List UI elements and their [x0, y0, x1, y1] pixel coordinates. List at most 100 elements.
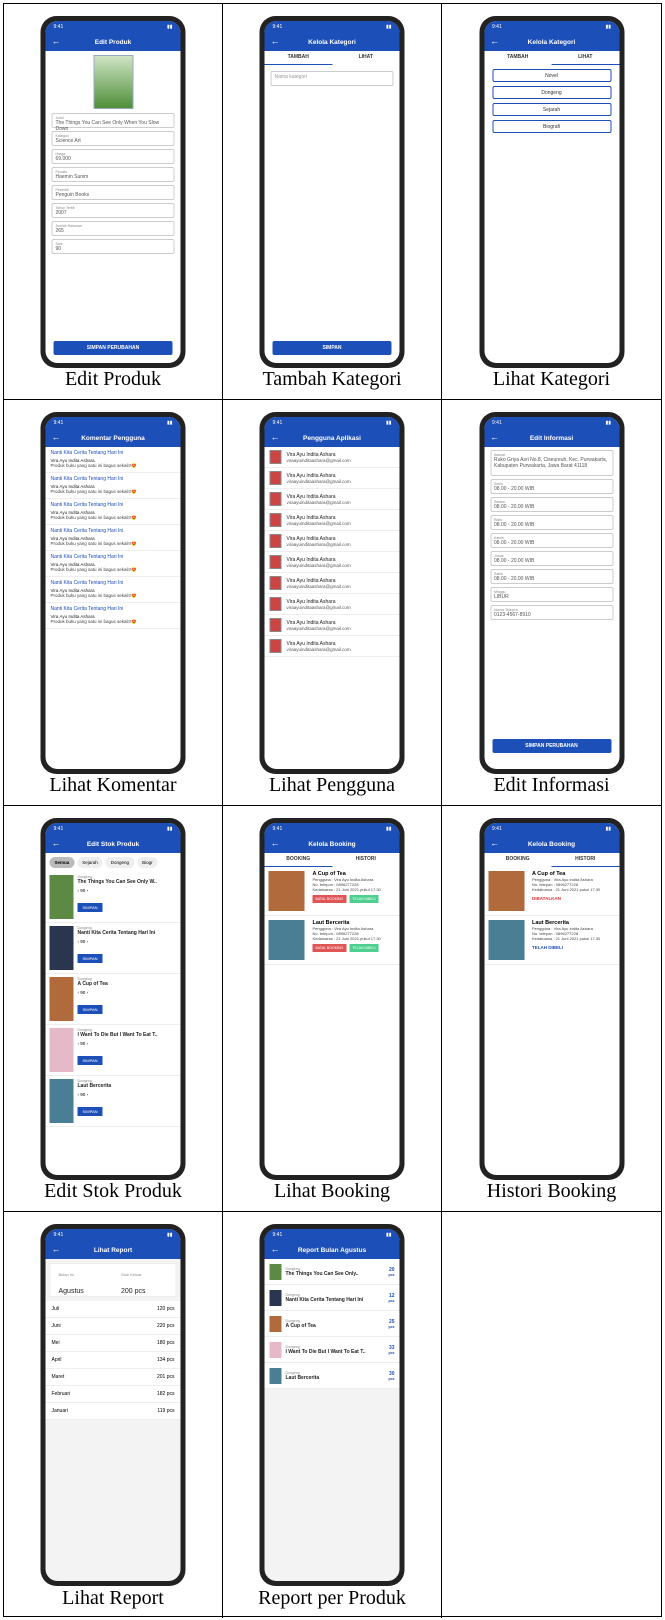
- user-row[interactable]: Vira Ayu Indita Ashara viraayuinditaashar…: [264, 573, 400, 594]
- save-stock-button[interactable]: SIMPAN: [77, 903, 103, 912]
- user-row[interactable]: Vira Ayu Indita Ashara viraayuinditaashar…: [264, 636, 400, 657]
- chip-sejarah[interactable]: Sejarah: [77, 857, 103, 868]
- form-field[interactable]: Jumlah Halaman 265: [51, 221, 175, 236]
- form-field[interactable]: Harga 69.000: [51, 149, 175, 164]
- plus-icon[interactable]: ›: [85, 888, 89, 893]
- screen-edit-stok: 9:41 ▮▮ ← Edit Stok Produk Semua Sejarah D…: [45, 823, 181, 1175]
- product-count: 25 pcs: [388, 1319, 394, 1329]
- back-arrow-icon[interactable]: ←: [271, 1244, 280, 1254]
- report-row[interactable]: Februari 182 pcs: [45, 1386, 181, 1403]
- app-bar: ← Kelola Booking: [264, 835, 400, 853]
- cancel-booking-button[interactable]: BATAL BOOKING: [312, 944, 347, 952]
- tab-tambah[interactable]: TAMBAH: [264, 51, 332, 65]
- report-row[interactable]: Mei 180 pcs: [45, 1335, 181, 1352]
- chip-semua[interactable]: Semua: [49, 857, 75, 868]
- quantity-stepper[interactable]: ‹ 90 ›: [78, 990, 108, 995]
- tab-booking[interactable]: BOOKING: [484, 853, 552, 867]
- tab-histori[interactable]: HISTORI: [551, 853, 619, 867]
- category-item[interactable]: Dongeng: [492, 86, 611, 99]
- comment-item[interactable]: Nanti Kita Cerita Tentang Hari Ini Vira A…: [45, 577, 181, 603]
- save-stock-button[interactable]: SIMPAN: [77, 1107, 103, 1116]
- form-field[interactable]: Jumat 08.00 - 20.00 WIB: [490, 551, 613, 566]
- quantity-stepper[interactable]: ‹ 90 ›: [78, 888, 157, 893]
- form-field[interactable]: Kategori Science Art: [51, 131, 175, 146]
- category-name-input[interactable]: Nama kategori: [270, 71, 394, 86]
- quantity-stepper[interactable]: ‹ 90 ›: [78, 939, 156, 944]
- save-changes-button[interactable]: SIMPAN PERUBAHAN: [492, 739, 611, 753]
- category-item[interactable]: Sejarah: [492, 103, 611, 116]
- back-arrow-icon[interactable]: ←: [52, 36, 61, 46]
- comment-item[interactable]: Nanti Kita Cerita Tentang Hari Ini Vira A…: [45, 473, 181, 499]
- form-field[interactable]: Tahun Terbit 2007: [51, 203, 175, 218]
- back-arrow-icon[interactable]: ←: [490, 838, 499, 848]
- comment-item[interactable]: Nanti Kita Cerita Tentang Hari Ini Vira A…: [45, 603, 181, 629]
- user-row[interactable]: Vira Ayu Indita Ashara viraayuinditaashar…: [264, 531, 400, 552]
- user-row[interactable]: Vira Ayu Indita Ashara viraayuinditaashar…: [264, 447, 400, 468]
- user-row[interactable]: Vira Ayu Indita Ashara viraayuinditaashar…: [264, 552, 400, 573]
- report-row[interactable]: April 134 pcs: [45, 1352, 181, 1369]
- report-row[interactable]: Juni 220 pcs: [45, 1318, 181, 1335]
- form-field[interactable]: Nomor Telepon 0123-4567-8910: [490, 605, 613, 620]
- form-field[interactable]: Judul The Things You Can See Only When Yo…: [51, 113, 175, 132]
- tab-histori[interactable]: HISTORI: [332, 853, 400, 867]
- book-cover-image[interactable]: [93, 55, 133, 109]
- plus-icon[interactable]: ›: [85, 939, 89, 944]
- report-row[interactable]: Januari 119 pcs: [45, 1403, 181, 1420]
- form-field[interactable]: Alamat Ruko Griya Asri No.8, Ciseureuh, K…: [490, 450, 613, 476]
- tab-lihat[interactable]: LIHAT: [332, 51, 400, 65]
- back-arrow-icon[interactable]: ←: [52, 1244, 61, 1254]
- cancel-booking-button[interactable]: BATAL BOOKING: [312, 895, 347, 903]
- comment-item[interactable]: Nanti Kita Cerita Tentang Hari Ini Vira A…: [45, 525, 181, 551]
- plus-icon[interactable]: ›: [85, 990, 89, 995]
- form-field[interactable]: Stok 90: [51, 239, 175, 254]
- plus-icon[interactable]: ›: [85, 1041, 89, 1046]
- form-field[interactable]: Sabtu 08.00 - 20.00 WIB: [490, 569, 613, 584]
- cell-lihat-report: 9:41 ▮▮ ← Lihat Report Bulan ini Agustus St…: [4, 1212, 223, 1618]
- tab-booking[interactable]: BOOKING: [264, 853, 332, 867]
- mark-bought-button[interactable]: TELAH DIBELI: [349, 944, 379, 952]
- save-stock-button[interactable]: SIMPAN: [77, 1056, 103, 1065]
- form-field[interactable]: Selasa 08.00 - 20.00 WIB: [490, 497, 613, 512]
- back-arrow-icon[interactable]: ←: [271, 838, 280, 848]
- cell-report-produk: 9:41 ▮▮ ← Report Bulan Agustus Dongeng The …: [223, 1212, 442, 1618]
- save-button[interactable]: SIMPAN: [272, 341, 392, 355]
- tab-bar: BOOKING HISTORI: [484, 853, 619, 867]
- back-arrow-icon[interactable]: ←: [52, 432, 61, 442]
- user-row[interactable]: Vira Ayu Indita Ashara viraayuinditaashar…: [264, 468, 400, 489]
- quantity-stepper[interactable]: ‹ 90 ›: [78, 1041, 158, 1046]
- form-field[interactable]: Minggu LIBUR: [490, 587, 613, 602]
- back-arrow-icon[interactable]: ←: [271, 432, 280, 442]
- tab-bar: TAMBAH LIHAT: [484, 51, 619, 65]
- chip-dongeng[interactable]: Dongeng: [105, 857, 135, 868]
- save-stock-button[interactable]: SIMPAN: [77, 1005, 103, 1014]
- save-changes-button[interactable]: SIMPAN PERUBAHAN: [53, 341, 173, 355]
- comment-item[interactable]: Nanti Kita Cerita Tentang Hari Ini Vira A…: [45, 551, 181, 577]
- comment-item[interactable]: Nanti Kita Cerita Tentang Hari Ini Vira A…: [45, 499, 181, 525]
- mark-bought-button[interactable]: TELAH DIBELI: [349, 895, 379, 903]
- form-field[interactable]: Rabu 08.00 - 20.00 WIB: [490, 515, 613, 530]
- plus-icon[interactable]: ›: [85, 1092, 89, 1097]
- form-field[interactable]: Kamis 08.00 - 20.00 WIB: [490, 533, 613, 548]
- save-stock-button[interactable]: SIMPAN: [77, 954, 103, 963]
- user-row[interactable]: Vira Ayu Indita Ashara viraayuinditaashar…: [264, 510, 400, 531]
- tab-tambah[interactable]: TAMBAH: [484, 51, 552, 65]
- user-row[interactable]: Vira Ayu Indita Ashara viraayuinditaashar…: [264, 594, 400, 615]
- report-row[interactable]: Maret 201 pcs: [45, 1369, 181, 1386]
- form-field[interactable]: Senin 08.00 - 20.00 WIB: [490, 479, 613, 494]
- chip-biografi[interactable]: Biogr: [137, 857, 158, 868]
- user-row[interactable]: Vira Ayu Indita Ashara viraayuinditaashar…: [264, 615, 400, 636]
- back-arrow-icon[interactable]: ←: [490, 36, 499, 46]
- back-arrow-icon[interactable]: ←: [52, 838, 61, 848]
- tab-lihat[interactable]: LIHAT: [551, 51, 619, 65]
- form-field[interactable]: Penulis Haemin Sunim: [51, 167, 175, 182]
- category-item[interactable]: Biografi: [492, 120, 611, 133]
- quantity-stepper[interactable]: ‹ 90 ›: [78, 1092, 112, 1097]
- status-bar: 9:41 ▮▮: [264, 1229, 400, 1241]
- report-row[interactable]: Juli 120 pcs: [45, 1301, 181, 1318]
- form-field[interactable]: Penerbit Penguin Books: [51, 185, 175, 200]
- back-arrow-icon[interactable]: ←: [271, 36, 280, 46]
- back-arrow-icon[interactable]: ←: [490, 432, 499, 442]
- comment-item[interactable]: Nanti Kita Cerita Tentang Hari Ini Vira A…: [45, 447, 181, 473]
- user-row[interactable]: Vira Ayu Indita Ashara viraayuinditaashar…: [264, 489, 400, 510]
- category-item[interactable]: Novel: [492, 69, 611, 82]
